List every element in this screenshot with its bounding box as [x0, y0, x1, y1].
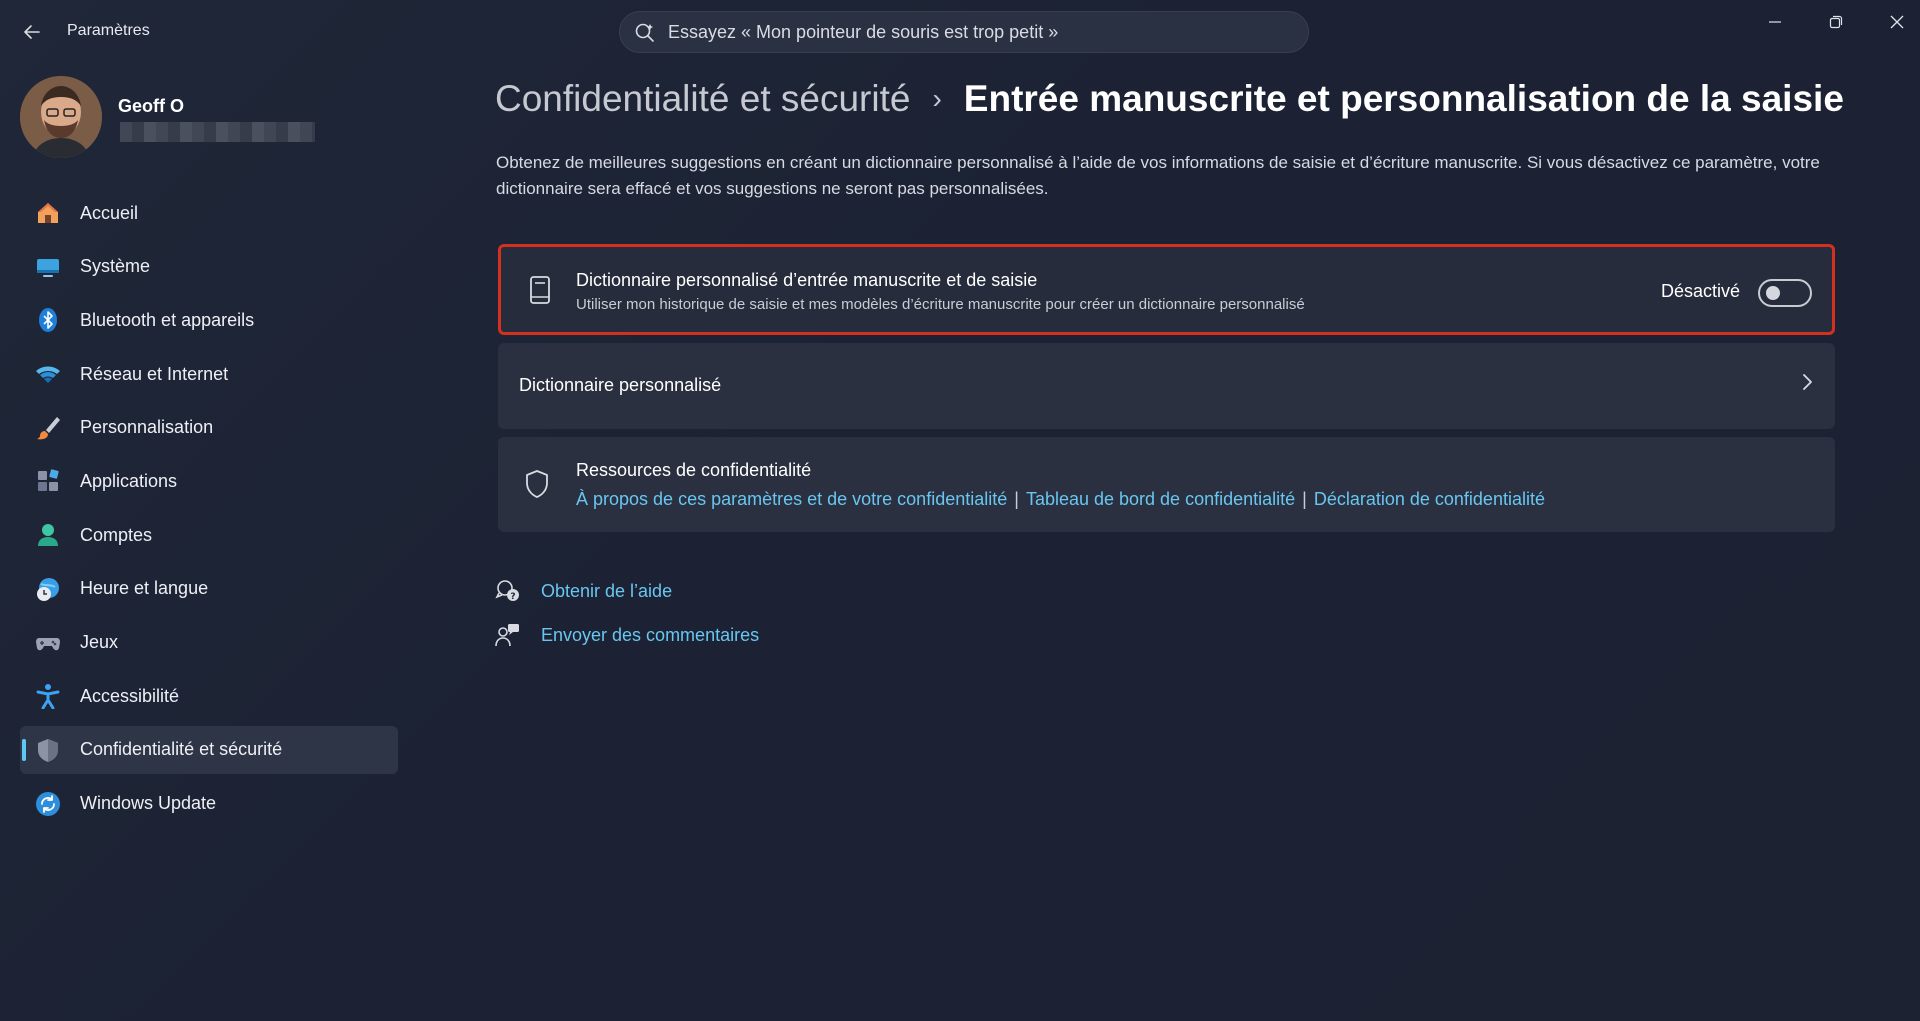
privacy-dashboard-link[interactable]: Tableau de bord de confidentialité	[1026, 489, 1295, 509]
send-feedback-row[interactable]: Envoyer des commentaires	[495, 622, 759, 648]
search-placeholder: Essayez « Mon pointeur de souris est tro…	[668, 21, 1059, 42]
privacy-resources-card: Ressources de confidentialité À propos d…	[498, 437, 1835, 532]
custom-dictionary-toggle-card: Dictionnaire personnalisé d’entrée manus…	[498, 244, 1835, 335]
avatar	[20, 76, 102, 158]
search-icon	[634, 21, 656, 43]
breadcrumb-chevron-icon: ›	[932, 83, 942, 114]
sidebar-item-personnalisation[interactable]: Personnalisation	[20, 404, 398, 452]
custom-dictionary-link-card[interactable]: Dictionnaire personnalisé	[498, 343, 1835, 429]
wifi-icon	[34, 360, 62, 388]
time-language-icon	[34, 575, 62, 603]
update-icon	[34, 790, 62, 818]
sidebar-item-accessibilite[interactable]: Accessibilité	[20, 672, 398, 720]
custom-dictionary-label: Dictionnaire personnalisé	[519, 375, 722, 395]
sidebar-item-label: Accueil	[80, 202, 139, 223]
shield-outline-icon	[522, 469, 552, 499]
home-icon	[34, 199, 62, 227]
feedback-icon	[495, 622, 521, 648]
sidebar-item-label: Comptes	[80, 524, 153, 545]
title-bar: Paramètres Essayez « Mon pointeur de sou…	[0, 0, 1920, 64]
about-privacy-link[interactable]: À propos de ces paramètres et de votre c…	[576, 489, 1007, 509]
page-title: Entrée manuscrite et personnalisation de…	[963, 78, 1844, 119]
send-feedback-link[interactable]: Envoyer des commentaires	[541, 625, 759, 646]
page-description: Obtenez de meilleures suggestions en cré…	[496, 153, 1820, 198]
sidebar-nav: Accueil Système Bluetooth et appareils R…	[20, 189, 398, 833]
resources-links: À propos de ces paramètres et de votre c…	[576, 489, 1545, 510]
breadcrumb-parent-link[interactable]: Confidentialité et sécurité	[495, 78, 910, 120]
toggle-card-subtitle: Utiliser mon historique de saisie et mes…	[576, 296, 1305, 313]
sidebar-item-label: Jeux	[80, 632, 119, 652]
sidebar-item-label: Personnalisation	[80, 417, 214, 438]
sidebar-item-label: Heure et langue	[80, 578, 209, 599]
bluetooth-icon	[34, 306, 62, 334]
help-chat-icon: ?	[495, 578, 521, 604]
sidebar-item-applications[interactable]: Applications	[20, 457, 398, 505]
toggle-card-title: Dictionnaire personnalisé d’entrée manus…	[576, 270, 1038, 290]
back-button[interactable]	[18, 18, 46, 46]
close-button[interactable]	[1877, 8, 1917, 36]
link-separator: |	[1014, 489, 1019, 509]
sidebar-item-systeme[interactable]: Système	[20, 243, 398, 291]
toggle-knob	[1766, 286, 1780, 300]
minimize-icon	[1769, 21, 1781, 23]
restore-button[interactable]	[1816, 8, 1856, 36]
minimize-button[interactable]	[1755, 8, 1795, 36]
user-email-redacted	[120, 122, 315, 142]
close-icon	[1890, 15, 1904, 29]
svg-text:?: ?	[510, 592, 515, 602]
gamepad-icon	[34, 629, 62, 657]
search-input[interactable]: Essayez « Mon pointeur de souris est tro…	[619, 11, 1309, 53]
privacy-statement-link[interactable]: Déclaration de confidentialité	[1314, 489, 1545, 509]
sidebar-item-label: Applications	[80, 470, 178, 491]
brush-icon	[34, 414, 62, 442]
apps-icon	[34, 467, 62, 495]
sidebar-item-heure-langue[interactable]: Heure et langue	[20, 565, 398, 613]
sidebar-item-reseau[interactable]: Réseau et Internet	[20, 350, 398, 398]
link-separator: |	[1302, 489, 1307, 509]
sidebar-item-comptes[interactable]: Comptes	[20, 511, 398, 559]
sidebar-item-jeux[interactable]: Jeux	[20, 619, 398, 667]
sidebar-item-label: Réseau et Internet	[80, 363, 229, 384]
custom-dictionary-toggle[interactable]	[1758, 279, 1812, 307]
breadcrumb: Confidentialité et sécurité › Entrée man…	[495, 78, 1844, 120]
shield-icon	[34, 736, 62, 764]
back-arrow-icon	[24, 25, 40, 39]
get-help-link[interactable]: Obtenir de l’aide	[541, 581, 672, 602]
accessibility-icon	[34, 682, 62, 710]
user-profile[interactable]: Geoff O	[20, 74, 380, 159]
dictionary-book-icon	[525, 275, 555, 305]
restore-icon	[1829, 15, 1843, 29]
sidebar-item-label: Windows Update	[80, 793, 217, 814]
toggle-state-label: Désactivé	[1660, 281, 1740, 301]
sidebar-item-label: Bluetooth et appareils	[80, 309, 255, 330]
sidebar-item-confidentialite[interactable]: Confidentialité et sécurité	[20, 725, 398, 774]
resources-title: Ressources de confidentialité	[576, 460, 812, 480]
sidebar-item-accueil[interactable]: Accueil	[20, 189, 398, 237]
sidebar-item-label: Accessibilité	[80, 685, 180, 706]
user-name: Geoff O	[118, 96, 184, 116]
account-icon	[34, 521, 62, 549]
chevron-right-icon	[1801, 372, 1813, 398]
get-help-row[interactable]: ? Obtenir de l’aide	[495, 578, 672, 604]
sidebar-item-label: Système	[80, 256, 151, 277]
sidebar-item-label: Confidentialité et sécurité	[80, 739, 283, 760]
sidebar-item-windows-update[interactable]: Windows Update	[20, 780, 398, 828]
sidebar-item-bluetooth[interactable]: Bluetooth et appareils	[20, 296, 398, 344]
system-icon	[34, 253, 62, 281]
app-title: Paramètres	[67, 22, 150, 39]
